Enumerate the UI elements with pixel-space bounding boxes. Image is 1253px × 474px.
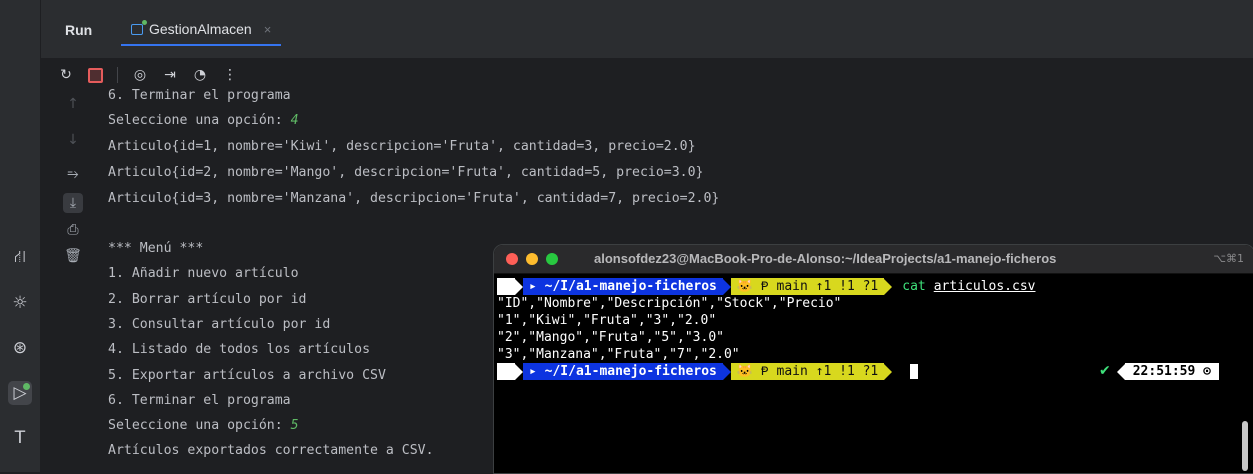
console-line: 5. Exportar artículos a archivo CSV — [108, 368, 386, 383]
prompt-git-status: 🐱 Ᵽ main ↑1 !1 ?1 — [730, 363, 885, 380]
console-gutter: ↑ ↓ ⥱ ⤓ ⎙ 🗑 — [41, 86, 93, 472]
tab-close-button[interactable]: × — [264, 22, 272, 37]
terminal-title: alonsofdez23@MacBook-Pro-de-Alonso:~/Ide… — [594, 251, 1057, 266]
terminal-output-line: "3","Manzana","Fruta","7","2.0" — [497, 347, 740, 362]
console-line: Articulo{id=3, nombre='Manzana', descrip… — [108, 191, 720, 206]
apple-icon — [497, 363, 515, 380]
console-input: 5 — [290, 418, 299, 433]
console-line: 1. Añadir nuevo artículo — [108, 266, 299, 281]
console-line: 2. Borrar artículo por id — [108, 292, 307, 307]
hammer-icon[interactable]: T — [8, 426, 32, 450]
console-line: 3. Consultar artículo por id — [108, 317, 331, 332]
tool-window-strip: ⛙ ☼ ⊛ ▷ T — [0, 0, 41, 472]
soft-wrap-icon[interactable]: ⥱ — [63, 164, 83, 184]
close-window-button[interactable] — [506, 253, 518, 265]
toolbar-divider — [117, 67, 118, 83]
terminal-output-line: "1","Kiwi","Fruta","3","2.0" — [497, 313, 717, 328]
profiler-icon[interactable]: ◔ — [192, 67, 208, 83]
print-icon[interactable]: ⎙ — [63, 220, 83, 240]
stop-icon[interactable] — [88, 67, 103, 83]
command-argument: articulos.csv — [933, 279, 1036, 294]
prompt-dir: ▸ ~/I/a1-manejo-ficheros — [523, 278, 723, 295]
run-panel-title: Run — [65, 22, 93, 38]
scroll-up-icon[interactable]: ↑ — [63, 94, 83, 114]
terminal-output-line: "2","Mango","Fruta","5","3.0" — [497, 330, 724, 345]
export-icon[interactable]: ⇥ — [162, 67, 178, 83]
prompt-line: ▸ ~/I/a1-manejo-ficheros 🐱 Ᵽ main ↑1 !1 … — [497, 363, 1237, 380]
console-input: 4 — [290, 113, 299, 128]
terminal-shortcut: ⌥⌘1 — [1213, 252, 1244, 265]
console-line: 6. Terminar el programa — [108, 393, 291, 408]
console-line: Articulo{id=1, nombre='Kiwi', descripcio… — [108, 139, 696, 154]
check-icon: ✔ — [1098, 363, 1111, 379]
terminal-titlebar[interactable]: alonsofdez23@MacBook-Pro-de-Alonso:~/Ide… — [494, 245, 1253, 274]
console-line: 6. Terminar el programa — [108, 88, 291, 103]
run-toolbar: ↻ ◎ ⇥ ◔ ⋮ — [58, 64, 238, 86]
minimize-window-button[interactable] — [526, 253, 538, 265]
terminal-output-line: "ID","Nombre","Descripción","Stock","Pre… — [497, 296, 842, 311]
tab-gestion-almacen[interactable]: GestionAlmacen × — [121, 14, 282, 46]
running-indicator — [23, 383, 30, 390]
console-line: 4. Listado de todos los artículos — [108, 342, 371, 357]
terminal-window[interactable]: alonsofdez23@MacBook-Pro-de-Alonso:~/Ide… — [493, 244, 1253, 474]
console-line: Seleccione una opción: 5 — [108, 418, 299, 433]
build-icon[interactable]: ⛙ — [8, 246, 32, 270]
command: cat — [902, 279, 926, 294]
terminal-cursor[interactable] — [910, 364, 919, 379]
prompt-time: 22:51:59 ⊙ — [1124, 363, 1219, 380]
run-icon[interactable]: ▷ — [8, 381, 32, 405]
zoom-window-button[interactable] — [546, 253, 558, 265]
rerun-icon[interactable]: ↻ — [58, 67, 74, 83]
more-icon[interactable]: ⋮ — [222, 67, 238, 83]
run-config-icon — [131, 19, 147, 35]
console-line: Articulo{id=2, nombre='Mango', descripci… — [108, 165, 704, 180]
console-line: Seleccione una opción: 4 — [108, 113, 299, 128]
run-panel-header: Run GestionAlmacen × — [41, 0, 1253, 59]
terminal-scrollbar[interactable] — [1242, 421, 1248, 471]
right-prompt: ✔ 22:51:59 ⊙ — [1099, 363, 1219, 380]
console-line: Artículos exportados correctamente a CSV… — [108, 443, 434, 458]
tab-title: GestionAlmacen — [149, 21, 252, 37]
prompt-line: ▸ ~/I/a1-manejo-ficheros 🐱 Ᵽ main ↑1 !1 … — [497, 278, 1035, 295]
screenshot-icon[interactable]: ◎ — [132, 67, 148, 83]
services-icon[interactable]: ⊛ — [8, 336, 32, 360]
prompt-git-status: 🐱 Ᵽ main ↑1 !1 ?1 — [730, 278, 885, 295]
scroll-down-icon[interactable]: ↓ — [63, 130, 83, 150]
prompt-dir: ▸ ~/I/a1-manejo-ficheros — [523, 363, 723, 380]
apple-icon — [497, 278, 515, 295]
scroll-to-end-icon[interactable]: ⤓ — [63, 193, 83, 213]
console-line: *** Menú *** — [108, 241, 204, 256]
debug-icon[interactable]: ☼ — [8, 291, 32, 315]
clear-console-icon[interactable]: 🗑 — [63, 246, 83, 266]
